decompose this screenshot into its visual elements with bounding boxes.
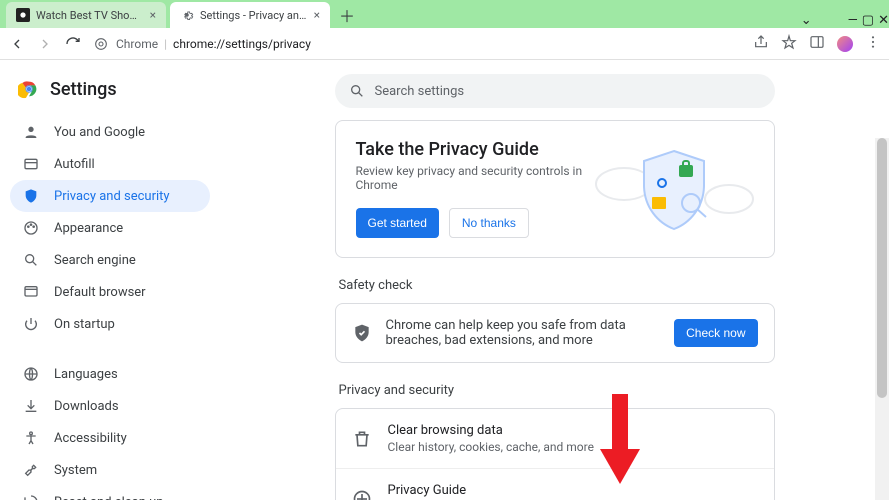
sidebar-item-default-browser[interactable]: Default browser [10,276,210,308]
browser-icon [22,283,40,301]
scrollbar-thumb[interactable] [877,138,887,398]
close-icon[interactable]: × [314,8,320,22]
sidebar-item-label: Reset and clean up [54,495,164,500]
sidebar-item-languages[interactable]: Languages [10,358,210,390]
privacy-security-header: Privacy and security [339,383,771,398]
sidebar-item-you-and-google[interactable]: You and Google [10,116,210,148]
search-icon [349,83,365,99]
new-tab-button[interactable]: ＋ [334,2,360,28]
url-separator: | [164,37,167,51]
profile-avatar[interactable] [837,36,853,52]
wrench-icon [22,461,40,479]
globe-icon [22,365,40,383]
scrollbar-track[interactable] [875,138,889,500]
shield-icon [22,187,40,205]
row-sub: Clear history, cookies, cache, and more [388,440,758,454]
person-icon [22,123,40,141]
maximize-button[interactable]: ▢ [862,13,874,28]
sidebar-item-label: On startup [54,317,115,332]
guide-title: Take the Privacy Guide [356,139,594,160]
close-window-button[interactable]: ✕ [878,13,889,28]
chrome-page-icon [92,35,110,53]
minimize-button[interactable]: ― [848,13,858,28]
sidebar-item-label: Default browser [54,285,146,300]
sidebar-item-reset[interactable]: Reset and clean up [10,486,210,500]
side-panel-icon[interactable] [809,34,825,54]
browser-toolbar: Chrome | chrome://settings/privacy [0,28,889,60]
sidebar-item-label: Autofill [54,157,95,172]
sidebar-item-label: Accessibility [54,431,127,446]
search-input[interactable]: Search settings [335,74,775,108]
sidebar-item-appearance[interactable]: Appearance [10,212,210,244]
sidebar-item-label: Appearance [54,221,123,236]
bookmark-icon[interactable] [781,34,797,54]
sidebar-item-label: Privacy and security [54,189,170,204]
sidebar-item-autofill[interactable]: Autofill [10,148,210,180]
gear-icon [180,8,194,22]
chevron-down-icon[interactable]: ⌄ [801,13,812,28]
browser-tab-0[interactable]: Watch Best TV Shows, Serials, S… × [6,2,166,28]
search-icon [22,251,40,269]
row-title: Privacy Guide [388,483,758,498]
tab-title: Settings - Privacy and security [200,9,308,22]
address-bar[interactable]: Chrome | chrome://settings/privacy [92,35,743,53]
annotation-arrow [600,394,640,484]
share-icon[interactable] [753,34,769,54]
row-title: Clear browsing data [388,423,758,438]
palette-icon [22,219,40,237]
sidebar-item-search-engine[interactable]: Search engine [10,244,210,276]
restore-icon [22,493,40,500]
app-title-row: Settings [0,74,220,114]
tab-title: Watch Best TV Shows, Serials, S… [36,9,144,22]
privacy-guide-card: Take the Privacy Guide Review key privac… [335,120,775,258]
url-path: chrome://settings/privacy [173,37,311,51]
sidebar-item-privacy-security[interactable]: Privacy and security [10,180,210,212]
url-prefix: Chrome [116,37,158,51]
get-started-button[interactable]: Get started [356,208,439,238]
toolbar-right [753,34,881,54]
download-icon [22,397,40,415]
guide-illustration [594,139,754,239]
privacy-security-list: Clear browsing data Clear history, cooki… [335,408,775,500]
sidebar-item-label: Search engine [54,253,136,268]
chrome-logo-icon [18,78,40,100]
power-icon [22,315,40,333]
sidebar-item-accessibility[interactable]: Accessibility [10,422,210,454]
forward-button[interactable] [36,35,54,53]
sidebar-item-downloads[interactable]: Downloads [10,390,210,422]
safety-check-header: Safety check [339,278,771,293]
sidebar-item-on-startup[interactable]: On startup [10,308,210,340]
check-now-button[interactable]: Check now [674,319,757,347]
accessibility-icon [22,429,40,447]
autofill-icon [22,155,40,173]
sidebar-item-label: Languages [54,367,118,382]
row-clear-browsing-data[interactable]: Clear browsing data Clear history, cooki… [336,409,774,469]
guide-subtitle: Review key privacy and security controls… [356,164,594,192]
browser-tab-1[interactable]: Settings - Privacy and security × [170,2,330,28]
settings-main: Search settings Take the Privacy Guide R… [220,60,889,500]
back-button[interactable] [8,35,26,53]
row-privacy-guide[interactable]: Privacy Guide Review key privacy and sec… [336,469,774,500]
compass-icon [352,489,372,500]
tab-favicon [16,8,30,22]
safety-check-card: Chrome can help keep you safe from data … [335,303,775,363]
no-thanks-button[interactable]: No thanks [449,208,529,238]
tab-strip: Watch Best TV Shows, Serials, S… × Setti… [0,0,889,28]
close-icon[interactable]: × [150,8,156,22]
sidebar-item-label: Downloads [54,399,119,414]
trash-icon [352,429,372,449]
page-title: Settings [50,79,117,100]
sidebar-item-label: You and Google [54,125,145,140]
reload-button[interactable] [64,35,82,53]
search-placeholder: Search settings [375,84,465,99]
shield-check-icon [352,323,372,343]
sidebar-item-label: System [54,463,97,478]
settings-sidebar: Settings You and Google Autofill Privacy… [0,60,220,500]
kebab-menu-icon[interactable] [865,34,881,54]
safety-check-text: Chrome can help keep you safe from data … [386,318,661,348]
sidebar-item-system[interactable]: System [10,454,210,486]
